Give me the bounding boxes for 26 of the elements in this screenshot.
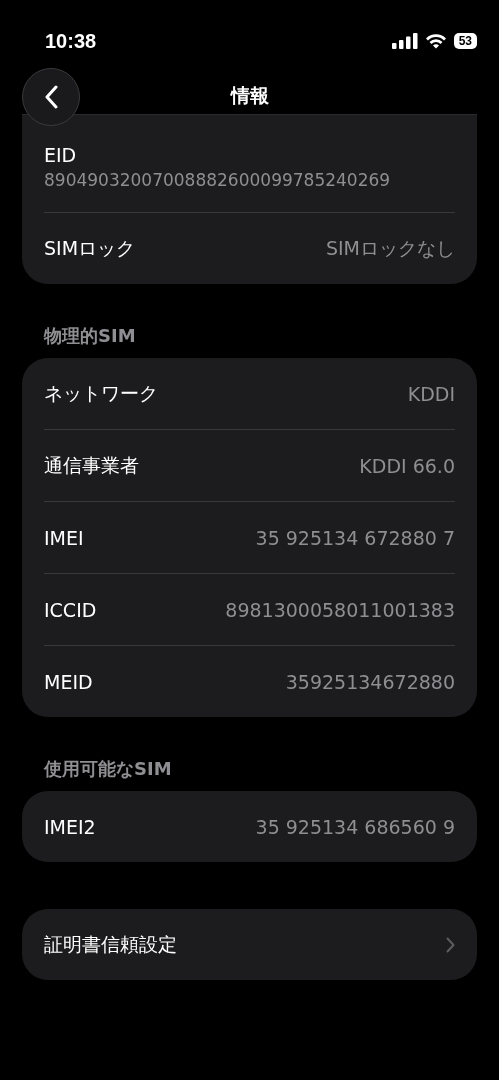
row-value: SIMロックなし bbox=[325, 235, 455, 261]
row-value: KDDI bbox=[407, 382, 455, 405]
row-value: 35925134672880 bbox=[285, 670, 455, 693]
nav-title: 情報 bbox=[230, 83, 269, 108]
row-label: EID bbox=[44, 143, 77, 166]
row-value: 35 925134 686560 9 bbox=[255, 815, 455, 838]
row-label: IMEI bbox=[44, 526, 84, 549]
row-label: ネットワーク bbox=[44, 380, 158, 406]
row-value: 8981300058011001383 bbox=[225, 598, 455, 621]
row-value: 89049032007008882600099785240269 bbox=[44, 169, 391, 190]
section-header: 物理的SIM bbox=[42, 324, 137, 348]
row-label: ICCID bbox=[44, 598, 97, 621]
row-label: MEID bbox=[44, 670, 93, 693]
list-item[interactable]: 証明書信頼設定 bbox=[22, 909, 477, 980]
row-value: 35 925134 672880 7 bbox=[255, 526, 455, 549]
chevron-left-icon bbox=[44, 85, 58, 109]
wifi-icon bbox=[424, 33, 447, 49]
section-header: 使用可能なSIM bbox=[42, 757, 173, 781]
row-value: KDDI 66.0 bbox=[359, 454, 455, 477]
status-time: 10:38 bbox=[45, 29, 97, 53]
chevron-right-icon bbox=[446, 936, 455, 953]
signal-icon bbox=[391, 33, 418, 49]
battery-indicator: 53 bbox=[453, 33, 477, 49]
row-label: 通信事業者 bbox=[44, 452, 139, 478]
row-label: IMEI2 bbox=[44, 815, 96, 838]
row-label: SIMロック bbox=[44, 235, 136, 261]
